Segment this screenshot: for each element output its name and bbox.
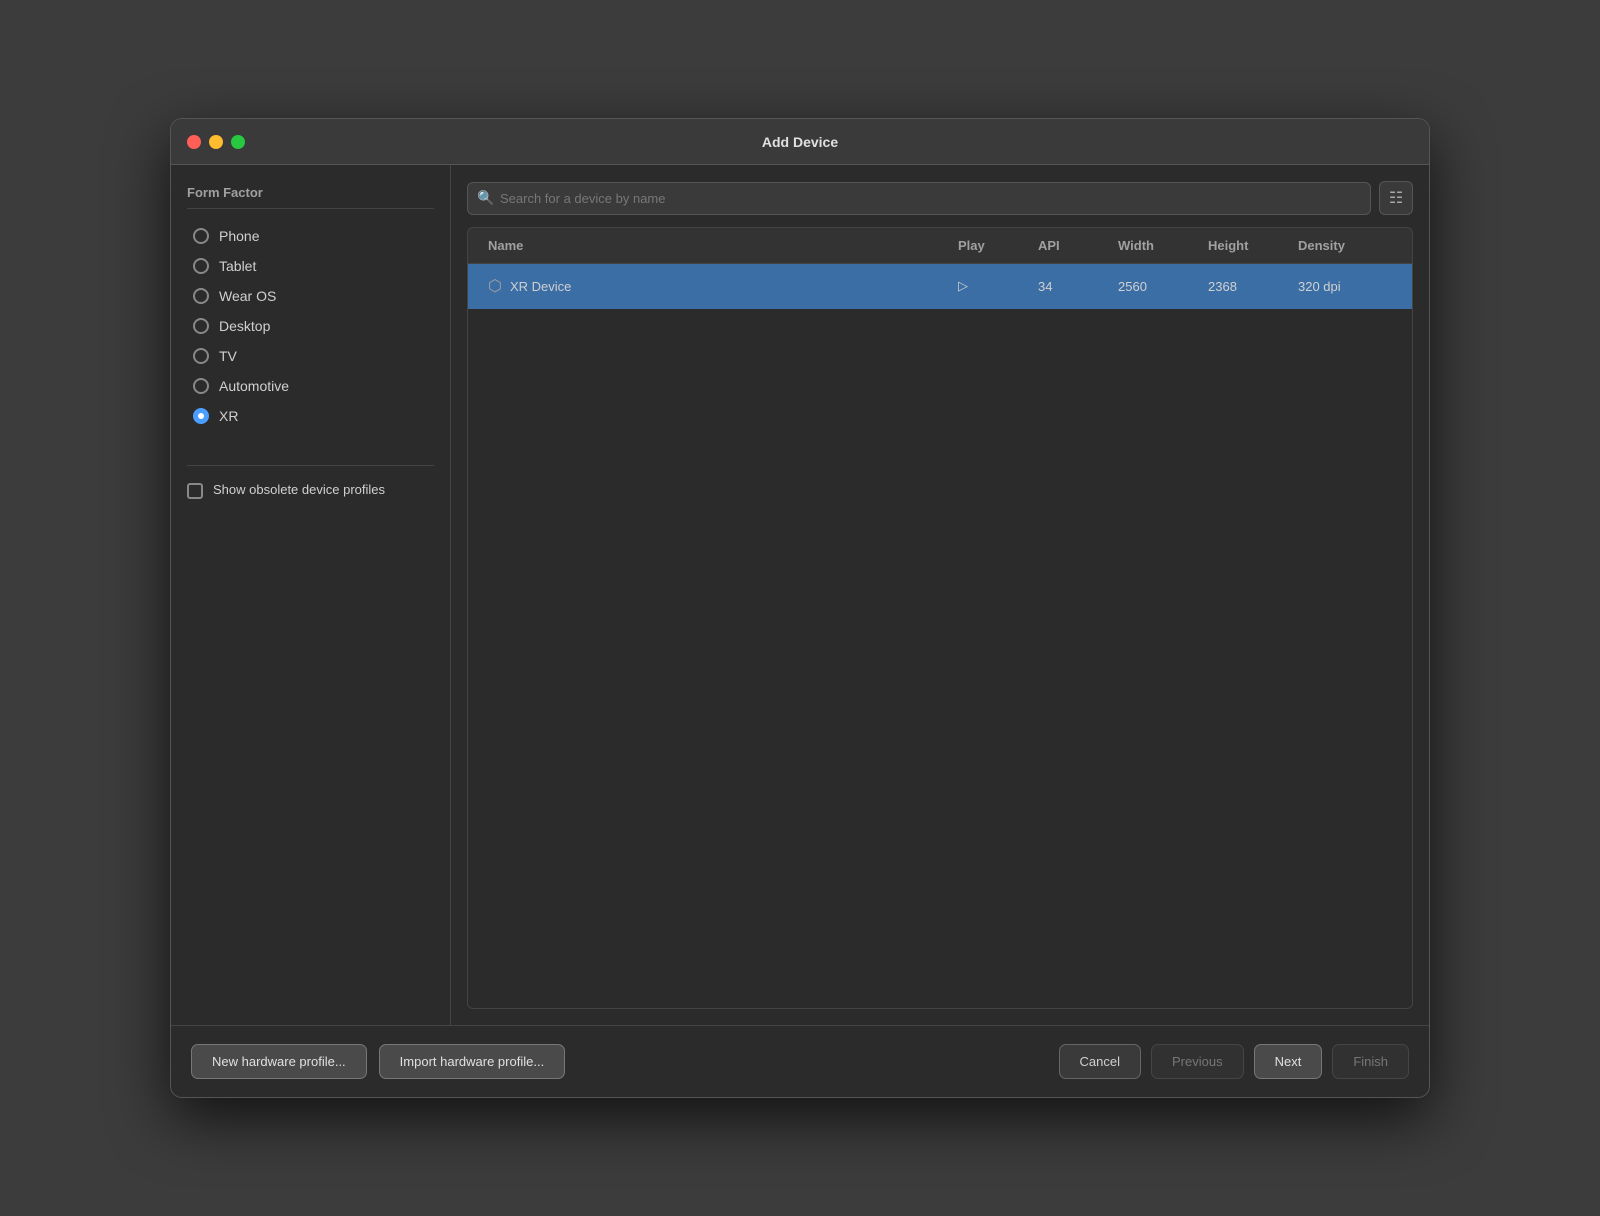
col-header-api: API [1030,228,1110,263]
radio-item-desktop[interactable]: Desktop [187,313,434,339]
radio-circle-wear-os [193,288,209,304]
search-bar-row: 🔍 ☷ [467,181,1413,215]
radio-item-tv[interactable]: TV [187,343,434,369]
col-header-density: Density [1290,228,1400,263]
cell-name: ⬡ XR Device [480,264,950,308]
radio-circle-tablet [193,258,209,274]
footer: New hardware profile... Import hardware … [171,1025,1429,1097]
radio-label-phone: Phone [219,228,259,244]
import-hardware-profile-button[interactable]: Import hardware profile... [379,1044,566,1079]
search-icon: 🔍 [477,190,494,207]
radio-item-phone[interactable]: Phone [187,223,434,249]
cell-play: ▷ [950,264,1030,308]
play-icon: ▷ [958,278,968,294]
radio-circle-xr [193,408,209,424]
col-header-play: Play [950,228,1030,263]
content-area: Form Factor Phone Tablet Wear OS [171,165,1429,1025]
radio-item-xr[interactable]: XR [187,403,434,429]
radio-circle-phone [193,228,209,244]
cell-width: 2560 [1110,264,1200,308]
radio-circle-tv [193,348,209,364]
radio-label-automotive: Automotive [219,378,289,394]
radio-item-tablet[interactable]: Tablet [187,253,434,279]
cancel-button[interactable]: Cancel [1059,1044,1141,1079]
show-obsolete-label: Show obsolete device profiles [213,482,385,497]
col-header-height: Height [1200,228,1290,263]
radio-label-tablet: Tablet [219,258,256,274]
form-factor-radio-group: Phone Tablet Wear OS Desktop [187,223,434,429]
footer-left: New hardware profile... Import hardware … [191,1044,1047,1079]
device-table: Name Play API Width Height Density ⬡ XR … [467,227,1413,1009]
window-controls [187,135,245,149]
cell-api: 34 [1030,264,1110,308]
device-name-text: XR Device [510,279,571,294]
form-factor-label: Form Factor [187,185,434,209]
col-header-name: Name [480,228,950,263]
radio-circle-automotive [193,378,209,394]
main-panel: 🔍 ☷ Name Play API Width Height Density [451,165,1429,1025]
dialog-title: Add Device [762,134,838,150]
new-hardware-profile-button[interactable]: New hardware profile... [191,1044,367,1079]
maximize-button[interactable] [231,135,245,149]
previous-button[interactable]: Previous [1151,1044,1244,1079]
radio-item-automotive[interactable]: Automotive [187,373,434,399]
view-toggle-icon: ☷ [1389,188,1403,208]
title-bar: Add Device [171,119,1429,165]
cell-density: 320 dpi [1290,264,1400,308]
radio-label-xr: XR [219,408,238,424]
minimize-button[interactable] [209,135,223,149]
radio-item-wear-os[interactable]: Wear OS [187,283,434,309]
close-button[interactable] [187,135,201,149]
radio-label-desktop: Desktop [219,318,270,334]
next-button[interactable]: Next [1254,1044,1323,1079]
footer-right: Cancel Previous Next Finish [1059,1044,1409,1079]
table-row[interactable]: ⬡ XR Device ▷ 34 2560 2368 320 dpi [468,264,1412,309]
col-header-width: Width [1110,228,1200,263]
table-body: ⬡ XR Device ▷ 34 2560 2368 320 dpi [468,264,1412,1008]
device-type-icon: ⬡ [488,276,502,296]
search-input-wrap: 🔍 [467,182,1371,215]
sidebar: Form Factor Phone Tablet Wear OS [171,165,451,1025]
radio-circle-desktop [193,318,209,334]
show-obsolete-checkbox-row[interactable]: Show obsolete device profiles [187,482,434,499]
radio-label-tv: TV [219,348,237,364]
add-device-dialog: Add Device Form Factor Phone Tablet [170,118,1430,1098]
cell-height: 2368 [1200,264,1290,308]
finish-button[interactable]: Finish [1332,1044,1409,1079]
show-obsolete-checkbox[interactable] [187,483,203,499]
table-header: Name Play API Width Height Density [468,228,1412,264]
sidebar-divider [187,465,434,466]
view-toggle-button[interactable]: ☷ [1379,181,1413,215]
radio-label-wear-os: Wear OS [219,288,276,304]
search-input[interactable] [467,182,1371,215]
